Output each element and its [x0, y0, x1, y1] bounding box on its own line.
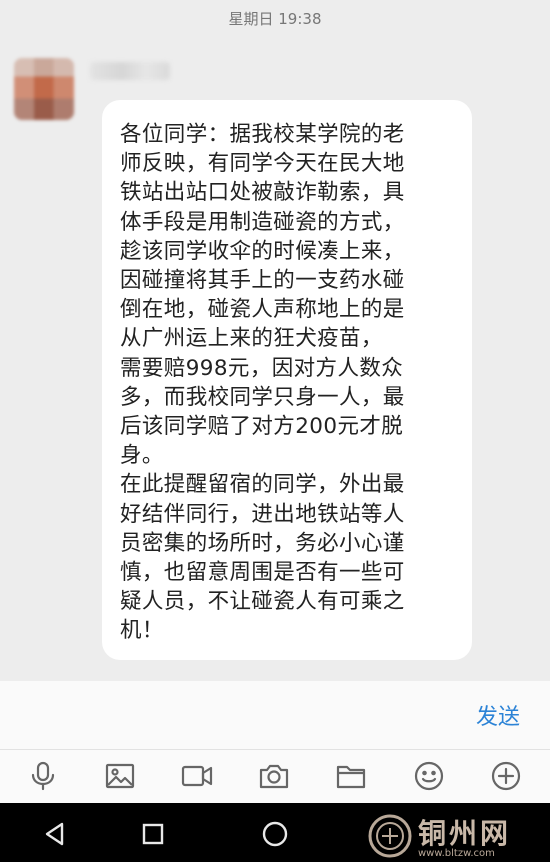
message-line: 体手段是用制造碰瓷的方式，	[120, 209, 405, 235]
microphone-icon[interactable]	[27, 760, 59, 792]
home-icon[interactable]	[260, 819, 290, 849]
message-line: 从广州运上来的狂犬疫苗，	[120, 326, 383, 352]
message-line: 多，而我校同学只身一人，最	[120, 384, 405, 410]
message-bubble[interactable]: 各位同学：据我校某学院的老 师反映，有同学今天在民大地 铁站出站口处被敲诈勒索，…	[102, 100, 472, 660]
watermark-seal-icon	[368, 814, 412, 858]
message-line: 需要赔998元，因对方人数众	[120, 355, 404, 381]
back-icon[interactable]	[40, 819, 70, 849]
image-icon[interactable]	[104, 760, 136, 792]
plus-icon[interactable]	[490, 760, 522, 792]
message-line: 在此提醒留宿的同学，外出最	[120, 472, 405, 498]
message-timestamp: 星期日 19:38	[228, 10, 322, 28]
video-icon[interactable]	[181, 760, 213, 792]
message-line: 疑人员，不让碰瓷人有可乘之	[120, 589, 405, 615]
recents-icon[interactable]	[138, 819, 168, 849]
message-input-bar[interactable]: 发送	[0, 681, 550, 749]
message-line: 机！	[120, 618, 164, 644]
send-button[interactable]: 发送	[476, 699, 520, 731]
message-line: 员密集的场所时，务必小心谨	[120, 530, 405, 556]
message-line: 各位同学：据我校某学院的老	[120, 122, 405, 147]
chat-area: 星期日 19:38 各位同学：据我校某学院的老 师反映，有同学今天在民大地 铁站…	[0, 0, 550, 681]
message-line: 慎，也留意周围是否有一些可	[120, 560, 405, 586]
avatar[interactable]	[14, 58, 74, 120]
message-line: 趁该同学收伞的时候凑上来，	[120, 238, 405, 264]
attachment-toolbar	[0, 749, 550, 803]
message-line: 师反映，有同学今天在民大地	[120, 151, 405, 177]
message-line: 倒在地，碰瓷人声称地上的是	[120, 297, 405, 323]
camera-icon[interactable]	[258, 760, 290, 792]
message-line: 铁站出站口处被敲诈勒索，具	[120, 180, 405, 206]
watermark-text: 铜州网	[418, 817, 512, 850]
emoji-icon[interactable]	[413, 760, 445, 792]
sender-nickname	[90, 62, 170, 80]
watermark: 铜州网 www.bltzw.com	[360, 812, 550, 862]
watermark-url: www.bltzw.com	[418, 848, 495, 859]
message-line: 后该同学赔了对方200元才脱	[120, 414, 404, 440]
message-line: 因碰撞将其手上的一支药水碰	[120, 268, 405, 294]
folder-icon[interactable]	[335, 760, 367, 792]
message-line: 身。	[120, 443, 164, 469]
message-line: 好结伴同行，进出地铁站等人	[120, 501, 405, 527]
